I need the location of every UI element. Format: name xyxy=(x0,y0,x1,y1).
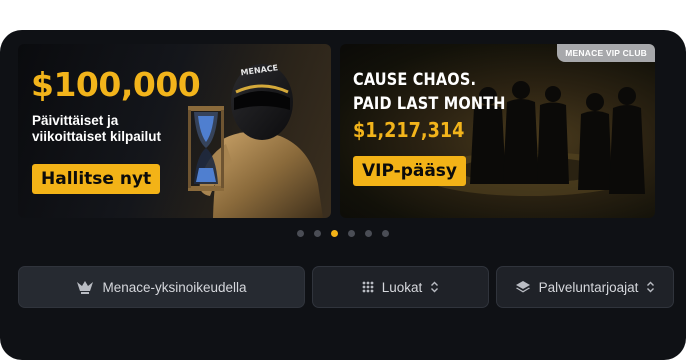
menace-exclusive-button[interactable]: Menace-yksinoikeudella xyxy=(18,266,305,308)
chevron-updown-icon xyxy=(431,281,439,293)
promo-subtitle: Päivittäiset ja viikoittaiset kilpailut xyxy=(32,113,162,144)
chevron-updown-icon xyxy=(647,281,655,293)
vip-headline-line1: CAUSE CHAOS. xyxy=(353,70,477,89)
categories-label: Luokat xyxy=(381,279,423,295)
menace-logo-icon xyxy=(77,281,94,294)
carousel-dot[interactable] xyxy=(382,230,389,237)
carousel-pagination xyxy=(0,230,686,237)
grid-icon xyxy=(362,281,374,293)
carousel-dot[interactable] xyxy=(297,230,304,237)
vip-headline-line2: PAID LAST MONTH xyxy=(353,94,506,113)
vip-club-tag: MENACE VIP CLUB xyxy=(557,44,655,62)
carousel-dot[interactable] xyxy=(365,230,372,237)
providers-label: Palveluntarjoajat xyxy=(538,279,639,295)
layers-icon xyxy=(515,281,530,293)
providers-dropdown[interactable]: Palveluntarjoajat xyxy=(496,266,674,308)
carousel-dot[interactable] xyxy=(314,230,321,237)
vip-paid-amount: $1,217,314 xyxy=(353,118,465,142)
prize-amount: $100,000 xyxy=(31,65,201,104)
casino-app-panel: MENACE $100,000 Päivittäiset ja viikoitt… xyxy=(0,30,686,360)
carousel-dot-active[interactable] xyxy=(331,230,338,237)
hallitse-nyt-button[interactable]: Hallitse nyt xyxy=(32,164,161,194)
tournaments-promo-banner[interactable]: MENACE $100,000 Päivittäiset ja viikoitt… xyxy=(18,44,331,218)
vip-access-button[interactable]: VIP-pääsy xyxy=(353,156,467,186)
vip-promo-banner[interactable]: MENACE VIP CLUB CAUSE CHAOS. PAID LAST M… xyxy=(340,44,655,218)
categories-dropdown[interactable]: Luokat xyxy=(312,266,489,308)
exclusive-label: Menace-yksinoikeudella xyxy=(102,279,247,295)
carousel-dot[interactable] xyxy=(348,230,355,237)
